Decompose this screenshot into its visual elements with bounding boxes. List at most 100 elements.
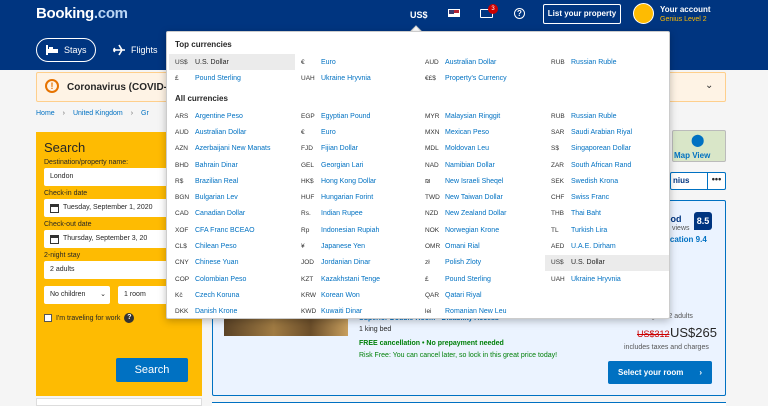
- currency-option[interactable]: NAD Namibian Dollar: [419, 157, 545, 173]
- genius-filter[interactable]: nius •••: [670, 172, 726, 190]
- risk-free-note: Risk Free: You can cancel later, so lock…: [359, 352, 558, 359]
- currency-option: [545, 287, 669, 303]
- account-title[interactable]: Your account: [660, 5, 711, 14]
- currency-option[interactable]: TL Turkish Lira: [545, 222, 669, 238]
- currency-option[interactable]: UAH Ukraine Hryvnia: [295, 70, 419, 86]
- currency-option[interactable]: OMR Omani Rial: [419, 238, 545, 254]
- currency-option[interactable]: TWD New Taiwan Dollar: [419, 189, 545, 205]
- currency-name: Moldovan Leu: [445, 145, 489, 153]
- us-flag-icon[interactable]: [448, 9, 460, 17]
- currency-option[interactable]: AUD Australian Dollar: [419, 54, 545, 70]
- currency-code: KRW: [301, 291, 317, 299]
- currency-option[interactable]: NZD New Zealand Dollar: [419, 206, 545, 222]
- currency-name: Brazilian Real: [195, 177, 239, 185]
- currency-option[interactable]: MYR Malaysian Ringgit: [419, 108, 545, 124]
- nav-stays[interactable]: Stays: [36, 38, 96, 62]
- currency-option[interactable]: Rs. Indian Rupee: [295, 206, 419, 222]
- currency-option[interactable]: AZN Azerbaijani New Manats: [169, 141, 295, 157]
- currency-option[interactable]: S$ Singaporean Dollar: [545, 141, 669, 157]
- currency-option[interactable]: € Euro: [295, 54, 419, 70]
- currency-option[interactable]: KRW Korean Won: [295, 287, 419, 303]
- currency-option[interactable]: CAD Canadian Dollar: [169, 206, 295, 222]
- currency-option[interactable]: UAH Ukraine Hryvnia: [545, 271, 669, 287]
- chevron-down-icon: ⌄: [100, 291, 106, 298]
- currency-option[interactable]: R$ Brazilian Real: [169, 173, 295, 189]
- currency-code: KZT: [301, 275, 314, 283]
- currency-option[interactable]: Kč Czech Koruna: [169, 287, 295, 303]
- old-price: US$312: [637, 329, 670, 339]
- currency-option[interactable]: lei Romanian New Leu: [419, 304, 545, 318]
- currency-option[interactable]: ARS Argentine Peso: [169, 108, 295, 124]
- currency-option[interactable]: CL$ Chilean Peso: [169, 238, 295, 254]
- currency-code: CHF: [551, 194, 565, 202]
- currency-option[interactable]: US$ U.S. Dollar: [169, 54, 295, 71]
- currency-code: €£$: [425, 74, 436, 82]
- more-options-icon[interactable]: •••: [707, 173, 725, 189]
- currency-option[interactable]: BHD Bahrain Dinar: [169, 157, 295, 173]
- work-checkbox[interactable]: [44, 314, 52, 322]
- currency-name: Australian Dollar: [195, 128, 247, 136]
- booking-logo[interactable]: Booking.com: [36, 5, 128, 22]
- currency-option[interactable]: CNY Chinese Yuan: [169, 255, 295, 271]
- currency-option[interactable]: FJD Fijian Dollar: [295, 141, 419, 157]
- currency-option[interactable]: HK$ Hong Kong Dollar: [295, 173, 419, 189]
- currency-option[interactable]: AUD Australian Dollar: [169, 124, 295, 140]
- crumb-region[interactable]: Gr: [141, 110, 149, 117]
- currency-option[interactable]: €£$ Property's Currency: [419, 70, 545, 86]
- avatar[interactable]: [633, 3, 654, 24]
- banner-text: Coronavirus (COVID-1: [67, 82, 173, 93]
- currency-code: €: [301, 58, 305, 66]
- currency-option[interactable]: MDL Moldovan Leu: [419, 141, 545, 157]
- currency-option[interactable]: ₪ New Israeli Sheqel: [419, 173, 545, 189]
- crumb-home[interactable]: Home: [36, 110, 55, 117]
- currency-option[interactable]: zł Polish Zloty: [419, 255, 545, 271]
- currency-option[interactable]: US$ U.S. Dollar: [545, 254, 669, 271]
- currency-selector[interactable]: US$: [410, 10, 428, 20]
- currency-option[interactable]: NOK Norwegian Krone: [419, 222, 545, 238]
- currency-name: U.S. Dollar: [195, 58, 229, 66]
- currency-option[interactable]: GEL Georgian Lari: [295, 157, 419, 173]
- currency-option[interactable]: AED U.A.E. Dirham: [545, 238, 669, 254]
- nav-flights[interactable]: Flights: [112, 38, 158, 62]
- currency-option[interactable]: KWD Kuwaiti Dinar: [295, 304, 419, 318]
- currency-option[interactable]: £ Pound Sterling: [419, 271, 545, 287]
- currency-option[interactable]: Rp Indonesian Rupiah: [295, 222, 419, 238]
- currency-option[interactable]: SAR Saudi Arabian Riyal: [545, 124, 669, 140]
- currency-code: JOD: [301, 259, 314, 267]
- currency-option[interactable]: EGP Egyptian Pound: [295, 108, 419, 124]
- currency-option[interactable]: COP Colombian Peso: [169, 271, 295, 287]
- currency-option[interactable]: BGN Bulgarian Lev: [169, 189, 295, 205]
- calendar-icon: [50, 203, 59, 213]
- currency-code: UAH: [551, 275, 565, 283]
- list-property-button[interactable]: List your property: [543, 4, 621, 24]
- currency-option[interactable]: HUF Hungarian Forint: [295, 189, 419, 205]
- currency-code: BHD: [175, 161, 189, 169]
- chevron-down-icon[interactable]: ⌄: [705, 80, 713, 91]
- currency-option[interactable]: QAR Qatari Riyal: [419, 287, 545, 303]
- question-icon[interactable]: ?: [124, 313, 135, 323]
- nav-stays-label: Stays: [64, 45, 87, 55]
- currency-option[interactable]: CHF Swiss Franc: [545, 189, 669, 205]
- currency-option[interactable]: XOF CFA Franc BCEAO: [169, 222, 295, 238]
- currency-option[interactable]: ZAR South African Rand: [545, 157, 669, 173]
- currency-option[interactable]: € Euro: [295, 124, 419, 140]
- search-button[interactable]: Search: [116, 358, 188, 382]
- currency-option[interactable]: DKK Danish Krone: [169, 304, 295, 318]
- currency-option[interactable]: ¥ Japanese Yen: [295, 238, 419, 254]
- currency-option[interactable]: RUB Russian Ruble: [545, 54, 669, 70]
- map-view-link[interactable]: Map View: [674, 151, 710, 160]
- review-score[interactable]: 8.5: [694, 212, 712, 230]
- currency-name: Hong Kong Dollar: [321, 177, 377, 185]
- currency-option[interactable]: JOD Jordanian Dinar: [295, 255, 419, 271]
- currency-option[interactable]: MXN Mexican Peso: [419, 124, 545, 140]
- currency-option[interactable]: THB Thai Baht: [545, 206, 669, 222]
- currency-option[interactable]: RUB Russian Ruble: [545, 108, 669, 124]
- children-select[interactable]: No children ⌄: [44, 286, 110, 304]
- currency-option[interactable]: £ Pound Sterling: [169, 70, 295, 86]
- currency-option[interactable]: SEK Swedish Krona: [545, 173, 669, 189]
- currency-option[interactable]: KZT Kazakhstani Tenge: [295, 271, 419, 287]
- taxes-note: includes taxes and charges: [624, 344, 709, 351]
- crumb-country[interactable]: United Kingdom: [73, 110, 123, 117]
- select-room-button[interactable]: Select your room ›: [608, 361, 712, 384]
- help-icon[interactable]: ?: [514, 8, 525, 19]
